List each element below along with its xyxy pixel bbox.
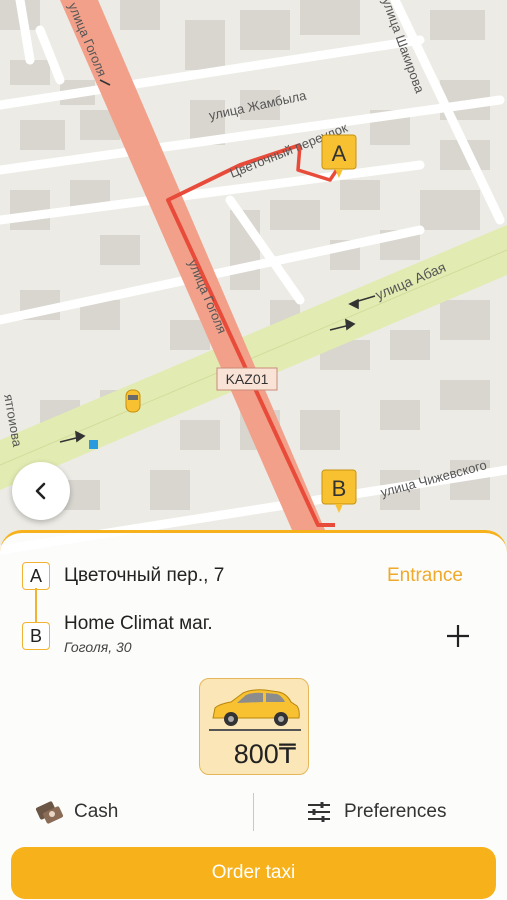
road-badge: KAZ01 <box>216 367 278 391</box>
divider <box>253 793 254 831</box>
svg-text:A: A <box>332 141 347 166</box>
chevron-left-icon <box>35 482 46 500</box>
svg-text:KAZ01: KAZ01 <box>226 371 269 387</box>
route-marker-b: B <box>22 622 50 650</box>
car-icon <box>209 689 301 731</box>
preferences-label: Preferences <box>344 801 447 822</box>
sliders-icon <box>308 802 330 822</box>
order-taxi-button[interactable]: Order taxi <box>11 847 496 899</box>
tariff-card[interactable]: 800₸ <box>199 678 309 775</box>
route-marker-a: A <box>22 562 50 590</box>
cash-icon <box>35 801 64 824</box>
plus-icon[interactable] <box>444 622 472 650</box>
payment-label: Cash <box>74 801 119 822</box>
route-connector <box>35 588 37 622</box>
entrance-button[interactable]: Entrance <box>387 565 463 587</box>
preferences-button[interactable]: Preferences <box>306 792 446 832</box>
destination-subtitle: Гоголя, 30 <box>64 639 132 655</box>
tariff-price: 800₸ <box>233 739 296 769</box>
pickup-address[interactable]: Цветочный пер., 7 <box>64 565 224 587</box>
back-button[interactable] <box>12 462 70 520</box>
svg-text:B: B <box>332 476 347 501</box>
payment-method-button[interactable]: Cash <box>35 792 118 832</box>
destination-address[interactable]: Home Climat маг. <box>64 613 213 635</box>
